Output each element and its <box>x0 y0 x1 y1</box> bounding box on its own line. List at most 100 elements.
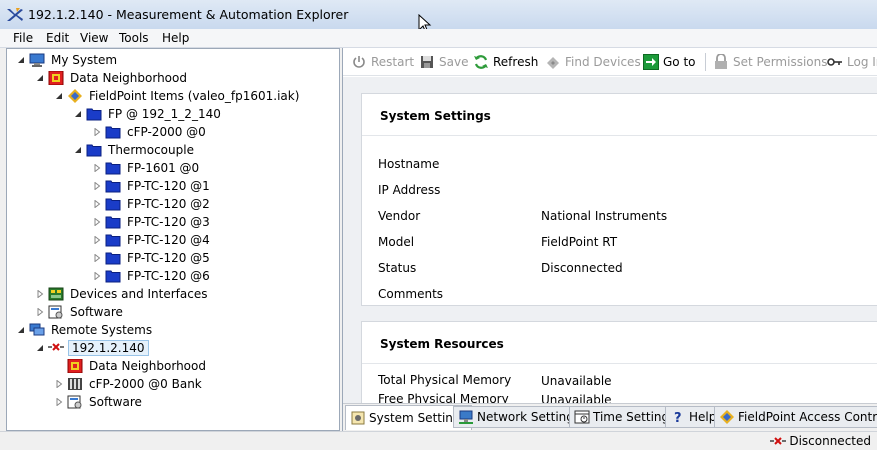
tree-item[interactable]: Data Neighborhood <box>34 69 189 87</box>
refresh-button[interactable]: Refresh <box>473 53 538 71</box>
tree-item[interactable]: Software <box>34 303 125 321</box>
tree-item[interactable]: FP-TC-120 @2 <box>91 195 212 213</box>
tree-item[interactable]: FP-TC-120 @4 <box>91 231 212 249</box>
set-permissions-button[interactable]: Set Permissions <box>713 53 828 71</box>
expand-arrow-icon[interactable] <box>15 324 27 336</box>
tab-fieldpoint-access-control[interactable]: FieldPoint Access Control <box>714 406 877 428</box>
goto-button[interactable]: Go to <box>643 53 696 71</box>
goto-arrow-icon <box>643 54 659 70</box>
tree-item-label: Software <box>70 305 123 319</box>
tree-item[interactable]: Remote Systems <box>15 321 154 339</box>
restart-button[interactable]: Restart <box>351 53 414 71</box>
folder-icon <box>105 269 121 283</box>
expand-arrow-icon[interactable] <box>34 72 46 84</box>
section-divider <box>362 135 877 136</box>
login-button[interactable]: Log In <box>827 53 877 71</box>
toolbar: Restart Save Refresh Find Devices Go to <box>343 48 877 76</box>
tree-item[interactable]: FieldPoint Items (valeo_fp1601.iak) <box>53 87 301 105</box>
tree-item[interactable]: FP-TC-120 @5 <box>91 249 212 267</box>
tree-item[interactable]: FP-TC-120 @3 <box>91 213 212 231</box>
expand-arrow-icon[interactable] <box>34 342 46 354</box>
floppy-disk-icon <box>419 54 435 70</box>
tab-time-settings[interactable]: Time Settings <box>569 406 681 428</box>
folder-icon <box>105 215 121 229</box>
configuration-tree[interactable]: My System Data Neighborhood FieldPoint Ite… <box>6 48 340 431</box>
computer-icon <box>29 53 45 67</box>
tree-item[interactable]: cFP-2000 @0 <box>91 123 208 141</box>
tree-item[interactable]: cFP-2000 @0 Bank <box>53 375 204 393</box>
bank-icon <box>67 377 83 391</box>
free-memory-value: Unavailable <box>541 393 612 403</box>
save-button[interactable]: Save <box>419 53 468 71</box>
power-icon <box>351 54 367 70</box>
tree-item-label: cFP-2000 @0 <box>127 125 206 139</box>
tree-item-label: FieldPoint Items (valeo_fp1601.iak) <box>89 89 300 103</box>
tree-item-label: 192.1.2.140 <box>68 340 149 356</box>
expand-arrow-icon[interactable] <box>72 144 84 156</box>
tree-item-label: cFP-2000 @0 Bank <box>89 377 202 391</box>
refresh-icon <box>473 54 489 70</box>
tree-item[interactable]: 192.1.2.140 <box>34 339 149 357</box>
folder-icon <box>105 125 121 139</box>
help-icon: ? <box>670 410 686 424</box>
collapse-arrow-icon[interactable] <box>34 288 46 300</box>
software-icon <box>48 305 64 319</box>
system-settings-section: System Settings Hostname IP Address Vend… <box>361 93 877 306</box>
tree-item[interactable]: My System <box>15 51 119 69</box>
folder-icon <box>86 107 102 121</box>
window-title: 192.1.2.140 - Measurement & Automation E… <box>28 7 349 22</box>
tree-item[interactable]: Data Neighborhood <box>53 357 208 375</box>
tree-item[interactable]: FP-TC-120 @6 <box>91 267 212 285</box>
key-icon <box>827 54 843 70</box>
comments-label: Comments <box>378 287 444 301</box>
remote-systems-icon <box>29 323 45 337</box>
collapse-arrow-icon[interactable] <box>34 306 46 318</box>
bottom-tab-strip: System Settings Network Settings Time Se… <box>343 403 877 431</box>
collapse-arrow-icon[interactable] <box>91 198 103 210</box>
collapse-arrow-icon[interactable] <box>91 180 103 192</box>
tree-item-label: FP @ 192_1_2_140 <box>108 107 221 121</box>
tree-item[interactable]: Devices and Interfaces <box>34 285 209 303</box>
tree-item[interactable]: FP-1601 @0 <box>91 159 201 177</box>
data-neighborhood-icon <box>67 358 83 374</box>
collapse-arrow-icon[interactable] <box>91 126 103 138</box>
status-bar: Disconnected <box>0 431 877 450</box>
collapse-arrow-icon[interactable] <box>91 270 103 282</box>
free-memory-label: Free Physical Memory <box>378 392 509 403</box>
tree-item[interactable]: FP @ 192_1_2_140 <box>72 105 223 123</box>
system-settings-icon <box>350 411 366 425</box>
menu-tools[interactable]: Tools <box>119 31 149 45</box>
find-devices-button[interactable]: Find Devices <box>545 53 641 71</box>
expand-arrow-icon[interactable] <box>15 54 27 66</box>
collapse-arrow-icon[interactable] <box>91 216 103 228</box>
status-label: Status <box>378 261 417 275</box>
tab-network-settings[interactable]: Network Settings <box>453 406 586 428</box>
menu-edit[interactable]: Edit <box>46 31 69 45</box>
collapse-arrow-icon[interactable] <box>91 252 103 264</box>
folder-icon <box>105 251 121 265</box>
tree-item[interactable]: FP-TC-120 @1 <box>91 177 212 195</box>
tab-help[interactable]: ? Help <box>665 406 722 428</box>
menu-bar: File Edit View Tools Help <box>0 29 877 48</box>
expand-arrow-icon[interactable] <box>53 90 65 102</box>
collapse-arrow-icon[interactable] <box>53 378 65 390</box>
vendor-label: Vendor <box>378 209 421 223</box>
tree-item[interactable]: Thermocouple <box>72 141 196 159</box>
lock-icon <box>713 54 729 70</box>
settings-content: System Settings Hostname IP Address Vend… <box>343 77 877 403</box>
tree-item-label: FP-TC-120 @2 <box>127 197 210 211</box>
tree-item[interactable]: Software <box>53 393 144 411</box>
tree-item-label: FP-TC-120 @1 <box>127 179 210 193</box>
menu-view[interactable]: View <box>80 31 108 45</box>
collapse-arrow-icon[interactable] <box>53 396 65 408</box>
menu-file[interactable]: File <box>13 31 33 45</box>
collapse-arrow-icon[interactable] <box>91 162 103 174</box>
tree-item-label: Software <box>89 395 142 409</box>
folder-icon <box>105 233 121 247</box>
title-bar: 192.1.2.140 - Measurement & Automation E… <box>0 0 877 30</box>
data-neighborhood-icon <box>48 70 64 86</box>
collapse-arrow-icon[interactable] <box>91 234 103 246</box>
expand-arrow-icon[interactable] <box>72 108 84 120</box>
hostname-label: Hostname <box>378 157 440 171</box>
menu-help[interactable]: Help <box>162 31 189 45</box>
